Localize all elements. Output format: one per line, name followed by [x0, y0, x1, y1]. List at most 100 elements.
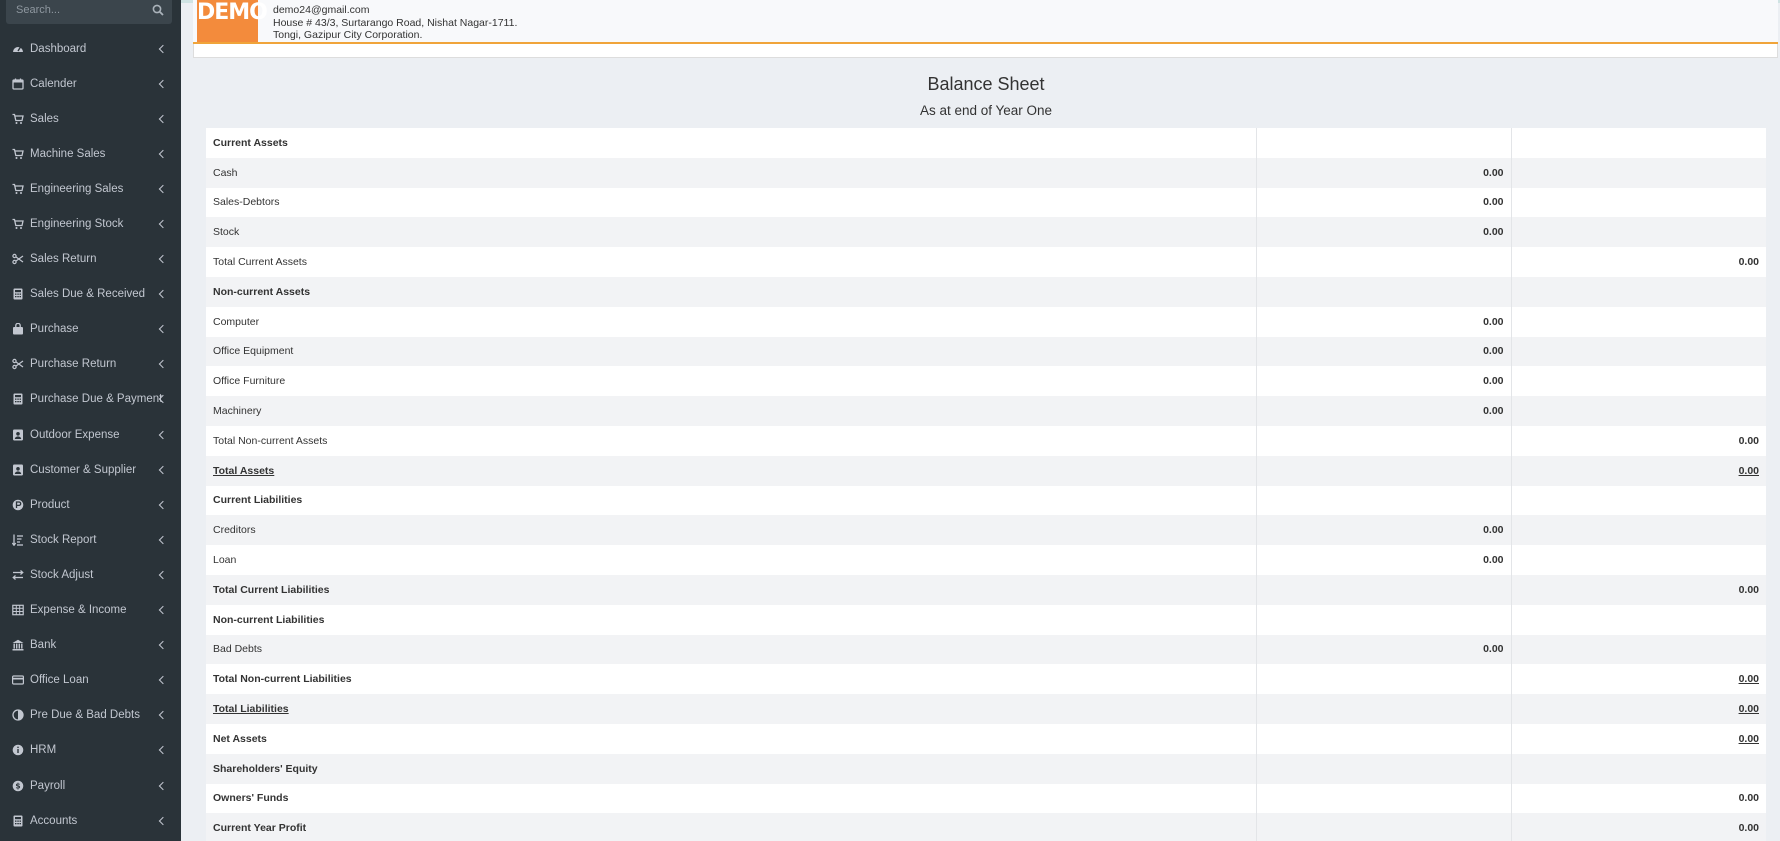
row-total: 0.00 — [1511, 723, 1766, 754]
sidebar-item-purchase[interactable]: Purchase — [0, 312, 181, 347]
sidebar-item-payroll[interactable]: $ Payroll — [0, 768, 181, 803]
sidebar-item-label: Dashboard — [30, 42, 87, 55]
chevron-left-icon — [158, 500, 168, 510]
sidebar-item-engineering-stock[interactable]: Engineering Stock — [0, 206, 181, 241]
row-total — [1511, 396, 1766, 426]
sidebar-item-expense-and-income[interactable]: Expense & Income — [0, 593, 181, 628]
row-total: 0.00 — [1511, 813, 1766, 841]
table-row: Total Liabilities 0.00 — [206, 694, 1766, 724]
sidebar-item-sales-due-and-received[interactable]: Sales Due & Received — [0, 277, 181, 312]
row-total — [1511, 366, 1766, 397]
sidebar-item-dashboard[interactable]: Dashboard — [0, 31, 181, 66]
sidebar-item-calender[interactable]: Calender — [0, 66, 181, 101]
sidebar-item-engineering-sales[interactable]: Engineering Sales — [0, 171, 181, 206]
sidebar-item-label: Engineering Stock — [30, 218, 124, 231]
row-label: Current Assets — [206, 128, 1257, 158]
search-input[interactable] — [6, 0, 146, 24]
row-total — [1511, 634, 1766, 665]
row-label: Cash — [206, 157, 1257, 188]
sidebar-item-stock-report[interactable]: Stock Report — [0, 522, 181, 557]
company-address-line1: House # 43/3, Surtarango Road, Nishat Na… — [273, 16, 518, 29]
row-amount: 0.00 — [1256, 217, 1512, 248]
credit-card-icon — [11, 674, 24, 687]
row-label: Total Non-current Assets — [206, 425, 1257, 456]
chevron-left-icon — [158, 781, 168, 790]
table-row: Current Liabilities — [206, 485, 1766, 516]
sidebar-item-purchase-return[interactable]: Purchase Return — [0, 347, 181, 382]
sidebar-item-purchase-due-and-payment[interactable]: Purchase Due & Payment — [0, 382, 181, 417]
sidebar-item-product[interactable]: Product — [0, 487, 181, 522]
row-label: Owners' Funds — [206, 783, 1257, 814]
cart-icon — [11, 218, 24, 231]
row-label: Sales-Debtors — [206, 187, 1257, 218]
table-row: Total Assets 0.00 — [206, 455, 1766, 486]
row-amount — [1256, 604, 1512, 635]
table-row: Total Non-current Assets 0.00 — [206, 425, 1766, 456]
table-row: Office Equipment 0.00 — [206, 336, 1766, 367]
search-icon[interactable] — [152, 3, 166, 17]
sidebar-item-hrm[interactable]: HRM — [0, 733, 181, 768]
row-amount — [1256, 425, 1512, 456]
sidebar-item-label: Purchase Return — [30, 358, 117, 371]
row-amount — [1256, 247, 1512, 277]
row-total: 0.00 — [1511, 455, 1766, 486]
chevron-left-icon — [158, 149, 168, 159]
sidebar-item-bank[interactable]: Bank — [0, 628, 181, 663]
row-label: Office Equipment — [206, 336, 1257, 367]
row-amount: 0.00 — [1256, 187, 1512, 218]
sidebar-item-label: Accounts — [30, 814, 78, 827]
row-label: Bad Debts — [206, 634, 1257, 665]
sidebar-item-outdoor-expense[interactable]: Outdoor Expense — [0, 417, 181, 452]
sidebar-item-stock-adjust[interactable]: Stock Adjust — [0, 557, 181, 592]
sidebar-item-label: Calender — [30, 77, 77, 90]
row-total — [1511, 515, 1766, 546]
report-title: Balance Sheet — [927, 74, 1045, 94]
sidebar-search — [6, 0, 172, 24]
sidebar-item-label: HRM — [30, 744, 57, 757]
company-info: demo24@gmail.com House # 43/3, Surtarang… — [273, 4, 517, 42]
scissors-icon — [11, 358, 24, 371]
sidebar-item-sales[interactable]: Sales — [0, 101, 181, 136]
table-row: Non-current Assets — [206, 276, 1766, 307]
row-total — [1511, 187, 1766, 218]
row-label: Total Liabilities — [206, 694, 1257, 724]
half-circle-icon — [11, 709, 24, 722]
table-row: Owners' Funds 0.00 — [206, 783, 1766, 814]
bag-icon — [11, 323, 24, 336]
tachometer-icon — [11, 42, 24, 55]
calculator-icon — [11, 393, 24, 406]
table-row: Loan 0.00 — [206, 545, 1766, 575]
row-total: 0.00 — [1511, 664, 1766, 695]
sidebar-item-pre-due-and-bad-debts[interactable]: Pre Due & Bad Debts — [0, 698, 181, 733]
row-label: Current Liabilities — [206, 485, 1257, 516]
row-label: Total Assets — [206, 455, 1257, 486]
chevron-left-icon — [158, 360, 168, 369]
sidebar-item-accounts[interactable]: Accounts — [0, 803, 181, 838]
sidebar-item-label: Expense & Income — [30, 604, 127, 617]
sidebar-item-machine-sales[interactable]: Machine Sales — [0, 136, 181, 171]
row-label: Total Current Liabilities — [206, 574, 1257, 605]
row-total: 0.00 — [1511, 425, 1766, 456]
table-row: Shareholders' Equity — [206, 753, 1766, 784]
chevron-left-icon — [158, 465, 168, 474]
row-label: Computer — [206, 306, 1257, 337]
product-circle-icon — [11, 498, 24, 511]
sidebar-item-label: Pre Due & Bad Debts — [30, 709, 140, 722]
sidebar-item-office-loan[interactable]: Office Loan — [0, 663, 181, 698]
row-total — [1511, 485, 1766, 516]
chevron-left-icon — [158, 325, 168, 334]
sidebar-item-customer-and-supplier[interactable]: Customer & Supplier — [0, 452, 181, 487]
row-label: Loan — [206, 545, 1257, 575]
row-label: Total Non-current Liabilities — [206, 664, 1257, 695]
row-amount — [1256, 694, 1512, 724]
sidebar-item-label: Stock Adjust — [30, 568, 94, 581]
table-row: Total Non-current Liabilities 0.00 — [206, 664, 1766, 695]
calendar-icon — [11, 77, 24, 90]
chevron-left-icon — [158, 254, 168, 264]
sidebar-item-sales-return[interactable]: Sales Return — [0, 242, 181, 277]
table-row: Non-current Liabilities — [206, 604, 1766, 635]
chevron-left-icon — [158, 746, 168, 755]
chevron-left-icon — [158, 605, 168, 615]
sidebar: Dashboard Calender Sales Machine Sales Engin… — [0, 0, 181, 841]
row-total: 0.00 — [1511, 694, 1766, 724]
